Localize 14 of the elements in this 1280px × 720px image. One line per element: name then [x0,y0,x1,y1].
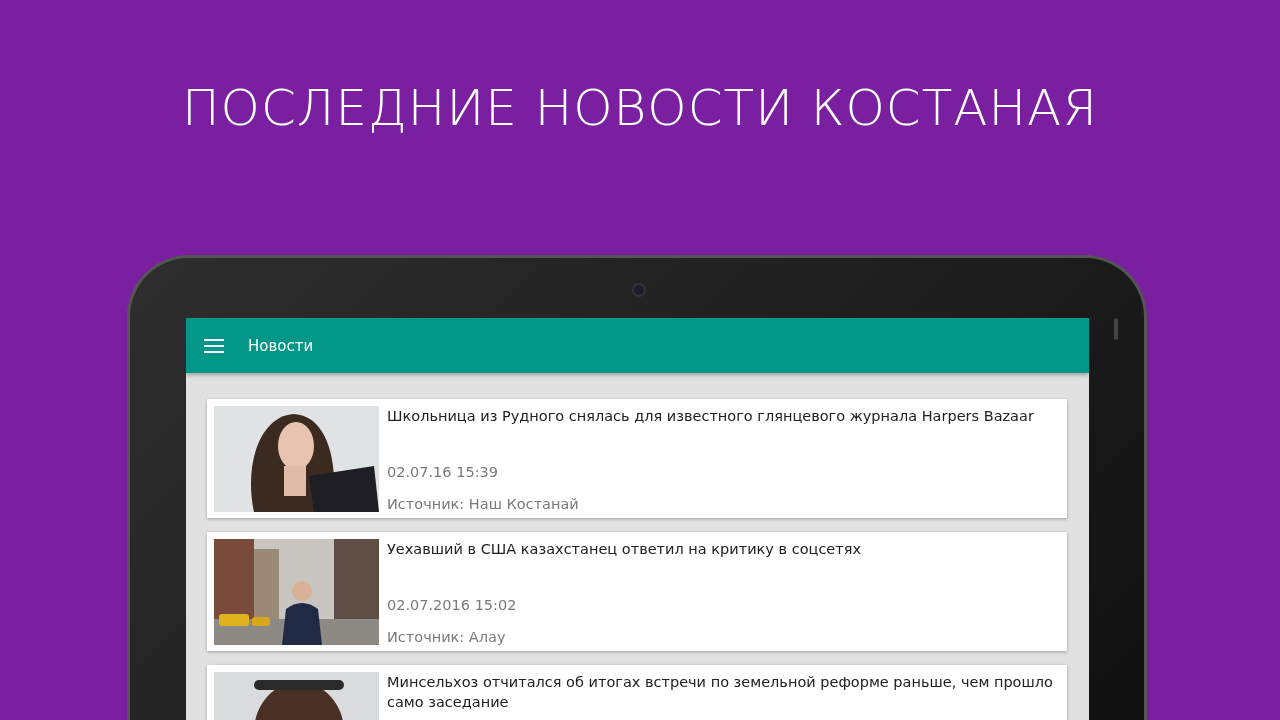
news-date: 02.07.2016 15:02 [387,596,518,615]
news-title: Школьница из Рудного снялась для известного глянцевого журнала Harpers Bazaar [387,407,1035,426]
app-title: Новости [248,336,314,355]
camera-icon [632,283,646,297]
news-card[interactable]: Школьница из Рудного снялась для известного глянцевого журнала Harpers Bazaar 02.07.16 15:39 Источник: Наш Костанай [207,399,1067,518]
headline: ПОСЛЕДНИЕ НОВОСТИ КОСТАНАЯ [181,78,1099,137]
news-source: Источник: Алау [387,628,507,647]
news-title: Уехавший в США казахстанец ответил на критику в соцсетях [387,540,863,559]
menu-icon[interactable] [204,338,224,353]
news-title: Минсельхоз отчитался об итогах встречи по земельной реформе раньше, чем прошло само заседание [387,673,1054,712]
news-card[interactable]: Уехавший в США казахстанец ответил на критику в соцсетях 02.07.2016 15:02 Источник: Алау [207,532,1067,651]
news-source: Источник: Наш Костанай [387,495,580,514]
news-date: 02.07.16 15:39 [387,463,499,482]
news-card[interactable]: Минсельхоз отчитался об итогах встречи по земельной реформе раньше, чем прошло само заседание [207,665,1067,720]
